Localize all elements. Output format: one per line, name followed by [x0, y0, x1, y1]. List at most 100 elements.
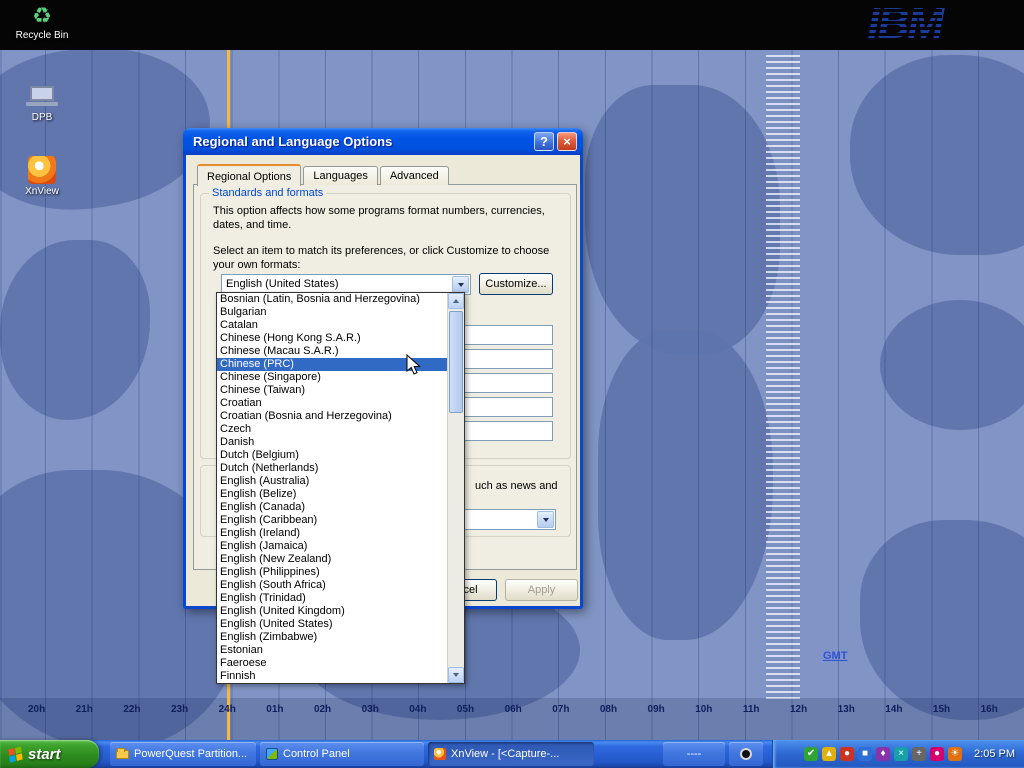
timezone-ruler: 20h21h22h23h24h01h02h03h04h05h06h07h08h0…	[28, 704, 998, 715]
timezone-label: 05h	[457, 704, 474, 715]
timezone-label: 16h	[981, 704, 998, 715]
dropdown-item[interactable]: Croatian	[217, 397, 447, 410]
gmt-label: GMT	[823, 650, 847, 662]
dropdown-item[interactable]: English (Philippines)	[217, 566, 447, 579]
timezone-label: 14h	[885, 704, 902, 715]
dropdown-item[interactable]: Bosnian (Latin, Bosnia and Herzegovina)	[217, 293, 447, 306]
timezone-label: 21h	[76, 704, 93, 715]
dropdown-item[interactable]: Estonian	[217, 644, 447, 657]
dropdown-item[interactable]: English (Australia)	[217, 475, 447, 488]
tray-icon[interactable]: ×	[894, 747, 908, 761]
dropdown-item[interactable]: English (Trinidad)	[217, 592, 447, 605]
tray-icon[interactable]: ▲	[822, 747, 836, 761]
tab-languages[interactable]: Languages	[303, 166, 377, 185]
dropdown-item[interactable]: English (South Africa)	[217, 579, 447, 592]
tray-icon[interactable]: ●	[840, 747, 854, 761]
dropdown-item[interactable]: English (Canada)	[217, 501, 447, 514]
scrollbar-thumb[interactable]	[449, 311, 463, 413]
dropdown-item[interactable]: English (United States)	[217, 618, 447, 631]
dropdown-item[interactable]: Bulgarian	[217, 306, 447, 319]
timezone-label: 10h	[695, 704, 712, 715]
dropdown-item[interactable]: English (Zimbabwe)	[217, 631, 447, 644]
dropdown-item[interactable]: Danish	[217, 436, 447, 449]
ibm-logo-text: IBM	[867, 0, 942, 48]
system-tray: ✔ ▲ ● ■ ♦ × + ● ☀ 2:05 PM	[772, 740, 1024, 768]
windows-flag-icon	[8, 746, 22, 762]
timezone-label: 01h	[266, 704, 283, 715]
tray-icon[interactable]: ☀	[948, 747, 962, 761]
customize-button[interactable]: Customize...	[479, 273, 553, 295]
dropdown-item[interactable]: Chinese (Singapore)	[217, 371, 447, 384]
format-dropdown-list: Bosnian (Latin, Bosnia and Herzegovina)B…	[216, 292, 465, 684]
taskbar-task-icon-only[interactable]	[729, 742, 763, 766]
dropdown-item[interactable]: English (Caribbean)	[217, 514, 447, 527]
dropdown-item[interactable]: Czech	[217, 423, 447, 436]
tray-icon[interactable]: ♦	[876, 747, 890, 761]
folder-icon	[116, 750, 129, 759]
taskbar-task-control-panel[interactable]: Control Panel	[260, 742, 424, 766]
top-banner: ♻ Recycle Bin IBM	[0, 0, 1024, 50]
start-button[interactable]: start	[0, 740, 99, 768]
help-button[interactable]: ?	[534, 132, 554, 151]
timezone-label: 13h	[838, 704, 855, 715]
task-label: ----	[687, 748, 702, 760]
close-button[interactable]: ×	[557, 132, 577, 151]
chevron-down-icon[interactable]	[452, 276, 469, 293]
dropdown-item[interactable]: Dutch (Belgium)	[217, 449, 447, 462]
taskbar-clock: 2:05 PM	[974, 748, 1015, 760]
icon-label: DPB	[10, 112, 74, 123]
timezone-label: 24h	[219, 704, 236, 715]
dialog-titlebar[interactable]: Regional and Language Options ? ×	[183, 128, 583, 155]
timezone-label: 09h	[648, 704, 665, 715]
icon-label: Recycle Bin	[10, 30, 74, 41]
scroll-up-icon[interactable]	[448, 293, 464, 309]
dropdown-item[interactable]: Finnish	[217, 670, 447, 683]
dropdown-item[interactable]: Chinese (Hong Kong S.A.R.)	[217, 332, 447, 345]
dropdown-item[interactable]: Croatian (Bosnia and Herzegovina)	[217, 410, 447, 423]
dropdown-scrollbar[interactable]	[447, 293, 464, 683]
dropdown-item[interactable]: English (New Zealand)	[217, 553, 447, 566]
tray-icon[interactable]: ■	[858, 747, 872, 761]
dropdown-item[interactable]: English (Jamaica)	[217, 540, 447, 553]
tray-icon[interactable]: ●	[930, 747, 944, 761]
dropdown-item[interactable]: Chinese (PRC)	[217, 358, 447, 371]
tab-advanced[interactable]: Advanced	[380, 166, 449, 185]
map-landmass	[598, 330, 773, 640]
screen: 20h21h22h23h24h01h02h03h04h05h06h07h08h0…	[0, 0, 1024, 768]
desktop-icon-recycle-bin[interactable]: ♻ Recycle Bin	[10, 4, 74, 41]
dropdown-item[interactable]: Chinese (Macau S.A.R.)	[217, 345, 447, 358]
taskbar-task-dashes[interactable]: ----	[663, 742, 725, 766]
hatched-timezone-band	[766, 55, 800, 700]
dropdown-item[interactable]: English (United Kingdom)	[217, 605, 447, 618]
taskbar-task-powerquest[interactable]: PowerQuest Partition...	[110, 742, 256, 766]
dropdown-item[interactable]: Dutch (Netherlands)	[217, 462, 447, 475]
timezone-label: 02h	[314, 704, 331, 715]
timezone-label: 20h	[28, 704, 45, 715]
dropdown-item[interactable]: English (Belize)	[217, 488, 447, 501]
desktop-icon-xnview[interactable]: XnView	[10, 156, 74, 197]
group-caption: Standards and formats	[209, 187, 326, 199]
dropdown-item[interactable]: English (Ireland)	[217, 527, 447, 540]
taskbar-task-xnview[interactable]: XnView - [<Capture-...	[428, 742, 594, 766]
chevron-down-icon[interactable]	[537, 511, 554, 528]
dropdown-item[interactable]: Chinese (Taiwan)	[217, 384, 447, 397]
combobox-value: English (United States)	[226, 278, 339, 290]
timezone-label: 11h	[743, 704, 760, 715]
dropdown-item[interactable]: Catalan	[217, 319, 447, 332]
ibm-logo: IBM	[867, 0, 942, 50]
dropdown-item[interactable]: Faeroese	[217, 657, 447, 670]
timezone-label: 04h	[409, 704, 426, 715]
task-label: XnView - [<Capture-...	[451, 748, 559, 760]
laptop-icon	[10, 84, 74, 110]
tray-icon[interactable]: +	[912, 747, 926, 761]
scroll-down-icon[interactable]	[448, 667, 464, 683]
map-landmass	[0, 240, 150, 420]
tab-regional-options[interactable]: Regional Options	[197, 164, 301, 186]
apply-button[interactable]: Apply	[505, 579, 578, 601]
map-landmass	[850, 55, 1024, 255]
tray-icon[interactable]: ✔	[804, 747, 818, 761]
application-icon	[740, 748, 752, 760]
timezone-label: 06h	[505, 704, 522, 715]
dropdown-items: Bosnian (Latin, Bosnia and Herzegovina)B…	[217, 293, 447, 683]
desktop-icon-dpb[interactable]: DPB	[10, 84, 74, 123]
